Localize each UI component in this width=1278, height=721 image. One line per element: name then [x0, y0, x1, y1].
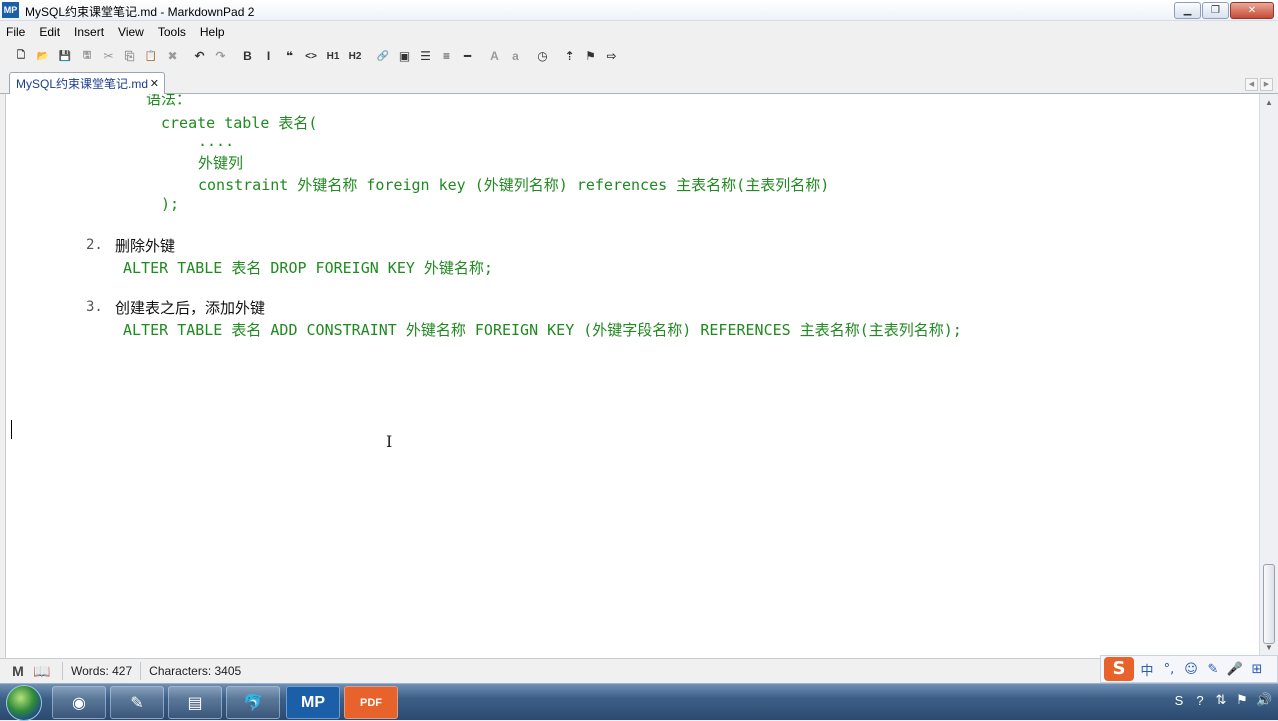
ime-voice-icon[interactable]: 🎤 [1226, 662, 1244, 677]
status-divider [62, 662, 63, 680]
close-button[interactable]: ✕ [1230, 2, 1274, 19]
editor-line: constraint 外键名称 foreign key (外键列名称) refe… [198, 176, 830, 194]
italic-icon[interactable]: I [258, 46, 279, 66]
pdf-taskbar-icon[interactable]: PDF [344, 686, 398, 719]
markdown-icon[interactable]: M [6, 663, 30, 679]
h1-icon[interactable]: H1 [322, 46, 344, 66]
ime-chinese-mode[interactable]: 中 [1138, 660, 1156, 679]
status-bar: M 📖 Words: 427 Characters: 3405 [0, 658, 1278, 683]
bold-icon[interactable]: B [237, 46, 258, 66]
title-bar: MP MySQL约束课堂笔记.md - MarkdownPad 2 ▁ ❐ ✕ [0, 0, 1278, 21]
image-icon[interactable]: ▣ [394, 46, 415, 66]
document-tab[interactable]: MySQL约束课堂笔记.md ✕ [9, 72, 165, 94]
editor-line-partial: 语法： [146, 94, 192, 108]
unordered-list-icon[interactable]: ☰ [415, 46, 436, 66]
preview-icon[interactable]: ⚑ [580, 46, 601, 66]
tab-bar: MySQL约束课堂笔记.md ✕ ◀ ▶ [0, 69, 1278, 94]
menu-view[interactable]: View [118, 25, 144, 39]
editor-area[interactable]: 语法： create table 表名( .... 外键列 constraint… [5, 94, 1259, 658]
menu-tools[interactable]: Tools [158, 25, 186, 39]
code-line: ALTER TABLE 表名 ADD CONSTRAINT 外键名称 FOREI… [123, 321, 962, 339]
copy-icon[interactable]: ⎘ [119, 46, 140, 66]
tab-close-icon[interactable]: ✕ [150, 77, 159, 90]
list-number: 3. [86, 299, 103, 315]
horizontal-rule-icon[interactable]: ━ [457, 46, 478, 66]
explorer-taskbar-icon[interactable]: ▤ [168, 686, 222, 719]
redo-icon[interactable]: ↷ [210, 46, 231, 66]
quote-icon[interactable]: ❝ [279, 46, 300, 66]
markdownpad-taskbar-icon[interactable]: MP [286, 686, 340, 719]
code-icon[interactable]: <> [300, 46, 322, 66]
paint-taskbar-icon[interactable]: ✎ [110, 686, 164, 719]
taskbar: ◉ ✎ ▤ 🐬 MP PDF S ? ⇅ ⚑ 🔊 [0, 683, 1278, 721]
ime-handwriting-icon[interactable]: ✎ [1204, 662, 1222, 677]
export-icon[interactable]: ⇨ [601, 46, 622, 66]
ime-emoji-icon[interactable]: ☺ [1182, 662, 1200, 677]
ime-punctuation-icon[interactable]: °, [1160, 662, 1178, 677]
list-number: 2. [86, 237, 103, 253]
vertical-scrollbar[interactable]: ▲ ▼ [1259, 94, 1278, 658]
list-heading: 创建表之后，添加外键 [115, 299, 266, 317]
network-tray-icon[interactable]: ⇅ [1214, 692, 1228, 708]
scroll-down-icon[interactable]: ▼ [1263, 642, 1275, 654]
paste-icon[interactable]: 📋 [140, 46, 162, 66]
menu-file[interactable]: File [6, 25, 25, 39]
delete-icon[interactable]: ✖ [162, 46, 183, 66]
scroll-up-icon[interactable]: ▲ [1263, 97, 1275, 109]
browser-taskbar-icon[interactable]: ◉ [52, 686, 106, 719]
ime-toolbox-icon[interactable]: ⊞ [1248, 662, 1266, 677]
font-decrease-icon[interactable]: a [505, 46, 526, 66]
editor-line: ); [161, 195, 180, 213]
minimize-button[interactable]: ▁ [1174, 2, 1201, 19]
scroll-thumb[interactable] [1263, 564, 1275, 644]
new-icon[interactable]: 🗋 [10, 46, 32, 66]
help-tray-icon[interactable]: ? [1193, 693, 1207, 708]
menu-help[interactable]: Help [200, 25, 225, 39]
ordered-list-icon[interactable]: ≡ [436, 46, 457, 66]
volume-tray-icon[interactable]: 🔊 [1256, 692, 1272, 708]
list-heading: 删除外键 [115, 237, 176, 255]
maximize-button[interactable]: ❐ [1202, 2, 1229, 19]
save-icon[interactable]: 💾 [54, 46, 76, 66]
window-title: MySQL约束课堂笔记.md - MarkdownPad 2 [25, 5, 255, 19]
book-icon[interactable]: 📖 [30, 663, 54, 680]
code-line: ALTER TABLE 表名 DROP FOREIGN KEY 外键名称; [123, 259, 493, 277]
open-icon[interactable]: 📂 [32, 46, 54, 66]
system-tray: S ? ⇅ ⚑ 🔊 [1172, 692, 1273, 708]
tab-scroll-left-icon[interactable]: ◀ [1245, 78, 1258, 91]
menu-bar: File Edit Insert View Tools Help [0, 21, 1278, 43]
editor-line: 外键列 [198, 154, 244, 172]
mysql-taskbar-icon[interactable]: 🐬 [226, 686, 280, 719]
h2-icon[interactable]: H2 [344, 46, 366, 66]
tab-label: MySQL约束课堂笔记.md [16, 77, 149, 91]
flag-tray-icon[interactable]: ⚑ [1235, 692, 1249, 708]
tab-scroll-right-icon[interactable]: ▶ [1260, 78, 1273, 91]
link-icon[interactable]: 🔗 [372, 46, 394, 66]
upload-icon[interactable]: ⇡ [559, 46, 580, 66]
window-controls: ▁ ❐ ✕ [1174, 2, 1274, 19]
word-count: Words: 427 [71, 664, 133, 678]
font-increase-icon[interactable]: A [484, 46, 505, 66]
timestamp-icon[interactable]: ◷ [532, 46, 553, 66]
sogou-tray-icon[interactable]: S [1172, 693, 1186, 708]
status-divider [140, 662, 142, 680]
ibeam-cursor-icon: I [386, 432, 393, 451]
ime-toolbar: S 中 °, ☺ ✎ 🎤 ⊞ [1100, 655, 1278, 683]
cut-icon[interactable]: ✂ [98, 46, 119, 66]
editor-line: create table 表名( [161, 114, 318, 132]
sogou-ime-icon[interactable]: S [1104, 657, 1134, 681]
toolbar: 🗋 📂 💾 🖫 ✂ ⎘ 📋 ✖ ↶ ↷ B I ❝ <> H1 H2 🔗 ▣ ☰ ≡ ━ Aa ◷ ⇡ ⚑ ⇨ [0, 43, 1278, 69]
menu-insert[interactable]: Insert [74, 25, 104, 39]
editor-line: .... [198, 132, 235, 150]
text-caret [11, 420, 12, 439]
start-button[interactable] [6, 685, 42, 721]
undo-icon[interactable]: ↶ [189, 46, 210, 66]
app-icon: MP [2, 2, 19, 18]
character-count: Characters: 3405 [149, 664, 242, 678]
menu-edit[interactable]: Edit [39, 25, 60, 39]
save-all-icon[interactable]: 🖫 [76, 46, 98, 66]
